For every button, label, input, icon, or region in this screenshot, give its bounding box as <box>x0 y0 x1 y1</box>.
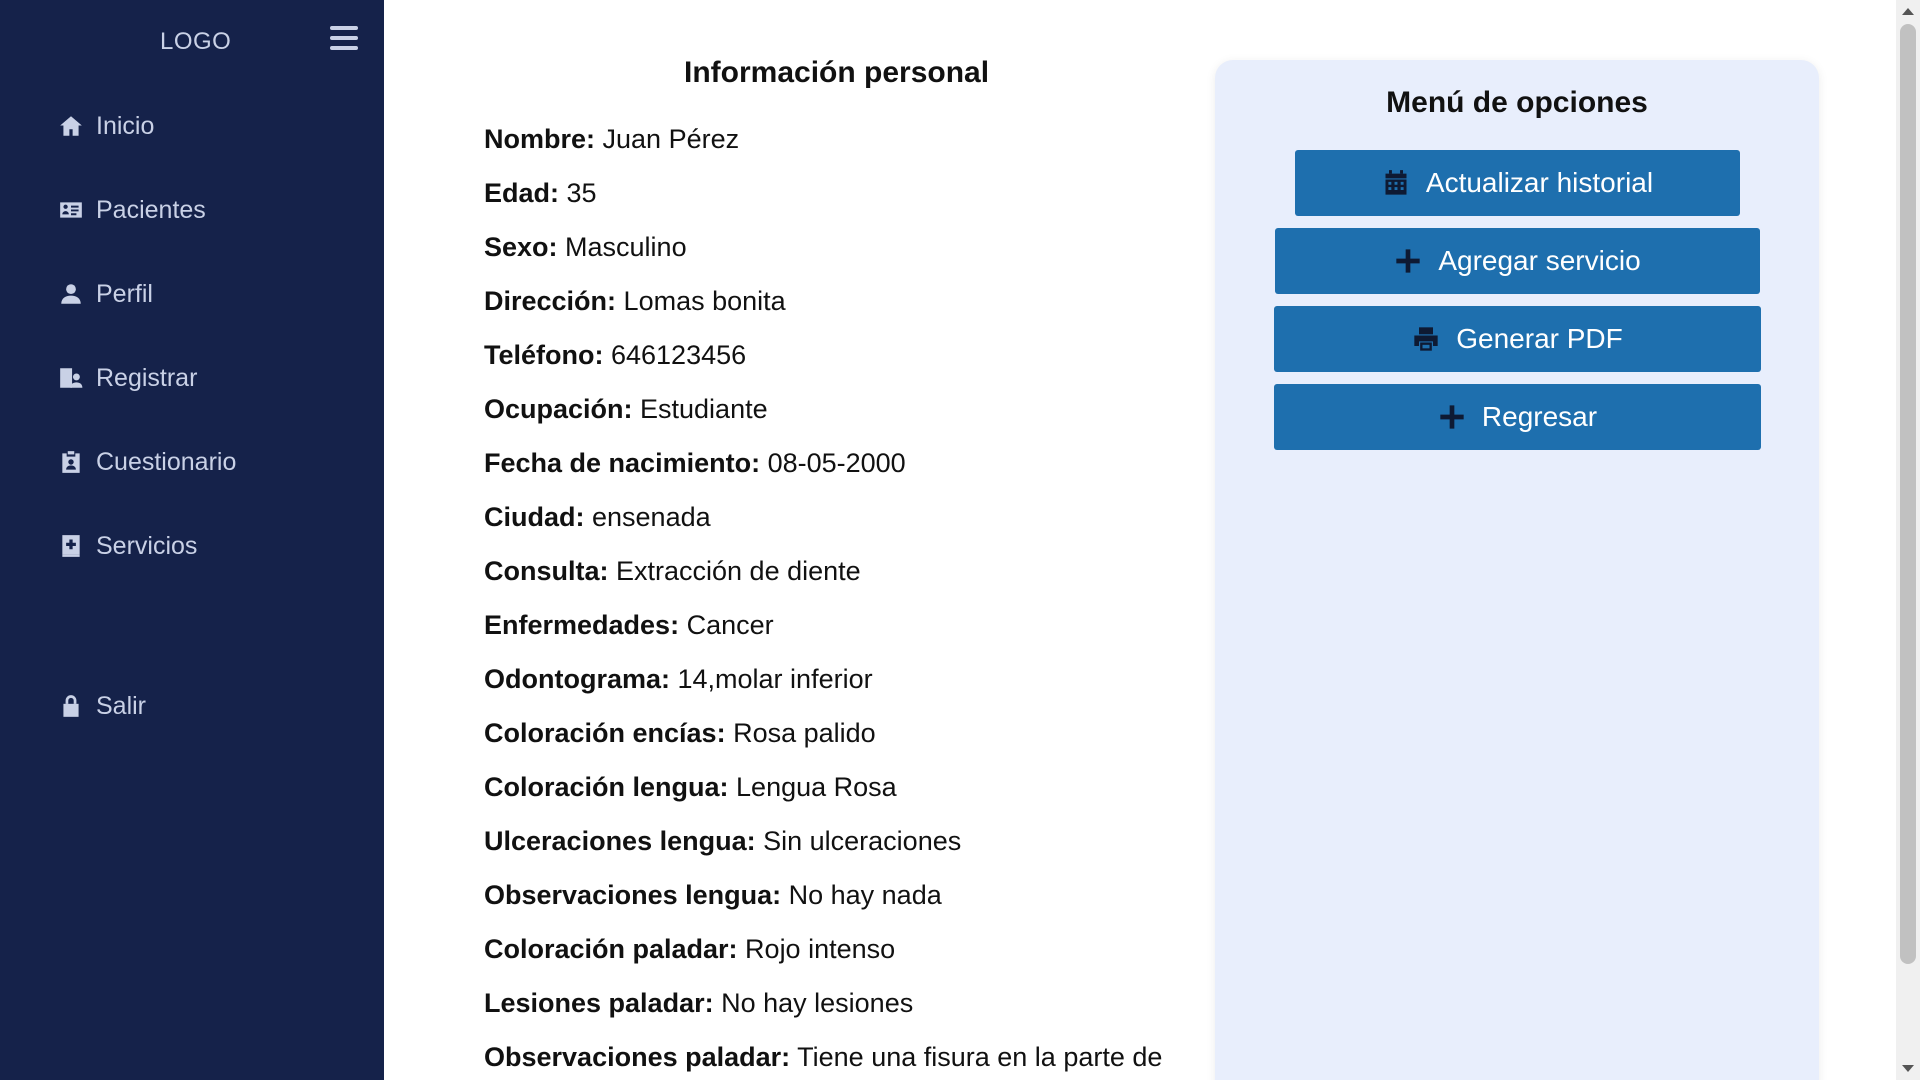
field-key: Nombre: <box>484 124 596 154</box>
field-value: 08-05-2000 <box>760 448 906 478</box>
field-key: Teléfono: <box>484 340 604 370</box>
plus-icon <box>1440 405 1464 429</box>
field-coloracion-paladar: Coloración paladar: Rojo intenso <box>484 934 895 965</box>
field-ulceraciones-lengua: Ulceraciones lengua: Sin ulceraciones <box>484 826 961 857</box>
field-value: Lengua Rosa <box>728 772 897 802</box>
field-odontograma: Odontograma: 14,molar inferior <box>484 664 873 695</box>
scroll-up-arrow-icon[interactable] <box>1902 8 1914 15</box>
lock-icon <box>63 695 79 717</box>
sidebar-item-label: Cuestionario <box>96 447 237 476</box>
field-value: Extracción de diente <box>608 556 861 586</box>
field-value: Sin ulceraciones <box>755 826 962 856</box>
sidebar-item-servicios[interactable]: Servicios <box>58 524 197 568</box>
update-history-button[interactable]: Actualizar historial <box>1295 150 1740 216</box>
user-register-icon <box>60 368 83 388</box>
add-service-label: Agregar servicio <box>1438 245 1641 276</box>
field-direccion: Dirección: Lomas bonita <box>484 286 786 317</box>
sidebar-item-label: Pacientes <box>96 195 206 224</box>
logout-label: Salir <box>96 691 147 720</box>
field-key: Odontograma: <box>484 664 670 694</box>
field-nombre: Nombre: Juan Pérez <box>484 124 739 155</box>
field-key: Sexo: <box>484 232 558 262</box>
field-edad: Edad: 35 <box>484 178 597 209</box>
field-key: Fecha de nacimiento: <box>484 448 761 478</box>
field-key: Consulta: <box>484 556 609 586</box>
sidebar-item-perfil[interactable]: Perfil <box>58 272 153 316</box>
options-title: Menú de opciones <box>1386 86 1648 119</box>
user-icon <box>61 284 81 304</box>
back-label: Regresar <box>1481 401 1598 432</box>
field-key: Ciudad: <box>484 502 585 532</box>
generate-pdf-button[interactable]: Generar PDF <box>1274 306 1761 372</box>
sidebar-item-pacientes[interactable]: Pacientes <box>58 188 206 232</box>
home-icon <box>60 116 82 136</box>
field-sexo: Sexo: Masculino <box>484 232 687 263</box>
field-telefono: Teléfono: 646123456 <box>484 340 746 371</box>
field-value: No hay lesiones <box>713 988 914 1018</box>
update-history-label: Actualizar historial <box>1425 167 1654 198</box>
field-value: Cancer <box>679 610 774 640</box>
logout-button[interactable]: Salir <box>58 684 146 728</box>
field-value: Masculino <box>557 232 687 262</box>
field-observaciones-lengua: Observaciones lengua: No hay nada <box>484 880 942 911</box>
field-value: Rosa palido <box>725 718 876 748</box>
field-key: Observaciones paladar: <box>484 1042 791 1072</box>
medical-plus-icon <box>62 535 80 557</box>
field-coloracion-encias: Coloración encías: Rosa palido <box>484 718 876 749</box>
field-value: Lomas bonita <box>616 286 786 316</box>
field-key: Dirección: <box>484 286 617 316</box>
field-value: 35 <box>559 178 597 208</box>
field-key: Coloración paladar: <box>484 934 738 964</box>
sidebar-item-label: Perfil <box>96 279 153 308</box>
field-key: Ulceraciones lengua: <box>484 826 756 856</box>
scroll-thumb[interactable] <box>1900 24 1916 964</box>
sidebar-item-label: Registrar <box>96 363 198 392</box>
field-value: 14,molar inferior <box>670 664 873 694</box>
field-value: No hay nada <box>781 880 942 910</box>
generate-pdf-label: Generar PDF <box>1456 323 1623 354</box>
field-key: Ocupación: <box>484 394 633 424</box>
field-key: Coloración lengua: <box>484 772 729 802</box>
back-button[interactable]: Regresar <box>1274 384 1761 450</box>
printer-icon <box>1414 327 1438 351</box>
field-consulta: Consulta: Extracción de diente <box>484 556 861 587</box>
field-value: 646123456 <box>603 340 747 370</box>
field-coloracion-lengua: Coloración lengua: Lengua Rosa <box>484 772 897 803</box>
options-panel: Menú de opciones Actualizar historial Ag… <box>1215 60 1819 1080</box>
sidebar-item-label: Servicios <box>96 531 198 560</box>
field-key: Observaciones lengua: <box>484 880 782 910</box>
field-observaciones-paladar: Observaciones paladar: Tiene una fisura … <box>484 1042 1162 1073</box>
sidebar: LOGO Inicio Pacientes Perfil Registrar C… <box>0 0 384 1080</box>
calendar-icon <box>1385 170 1407 195</box>
field-enfermedades: Enfermedades: Cancer <box>484 610 774 641</box>
field-key: Coloración encías: <box>484 718 726 748</box>
field-ocupacion: Ocupación: Estudiante <box>484 394 768 425</box>
field-key: Enfermedades: <box>484 610 680 640</box>
info-title: Información personal <box>684 56 990 89</box>
id-card-icon <box>60 202 82 218</box>
sidebar-item-registrar[interactable]: Registrar <box>58 356 197 400</box>
plus-icon <box>1396 249 1421 273</box>
add-service-button[interactable]: Agregar servicio <box>1275 228 1760 294</box>
field-value: Estudiante <box>632 394 768 424</box>
field-lesiones-paladar: Lesiones paladar: No hay lesiones <box>484 988 913 1019</box>
field-key: Lesiones paladar: <box>484 988 714 1018</box>
clipboard-user-icon <box>62 451 80 473</box>
field-key: Edad: <box>484 178 560 208</box>
sidebar-item-inicio[interactable]: Inicio <box>58 104 154 148</box>
sidebar-item-label: Inicio <box>96 111 155 140</box>
sidebar-item-cuestionario[interactable]: Cuestionario <box>58 440 236 484</box>
field-fecha-nacimiento: Fecha de nacimiento: 08-05-2000 <box>484 448 906 479</box>
logo: LOGO <box>160 28 232 55</box>
field-ciudad: Ciudad: ensenada <box>484 502 711 533</box>
field-value: Juan Pérez <box>595 124 740 154</box>
field-value: Tiene una fisura en la parte de <box>790 1042 1163 1072</box>
field-value: Rojo intenso <box>737 934 896 964</box>
field-value: ensenada <box>584 502 711 532</box>
scroll-down-arrow-icon[interactable] <box>1902 1065 1914 1072</box>
hamburger-menu-icon[interactable] <box>330 26 358 50</box>
vertical-scrollbar[interactable] <box>1896 0 1920 1080</box>
